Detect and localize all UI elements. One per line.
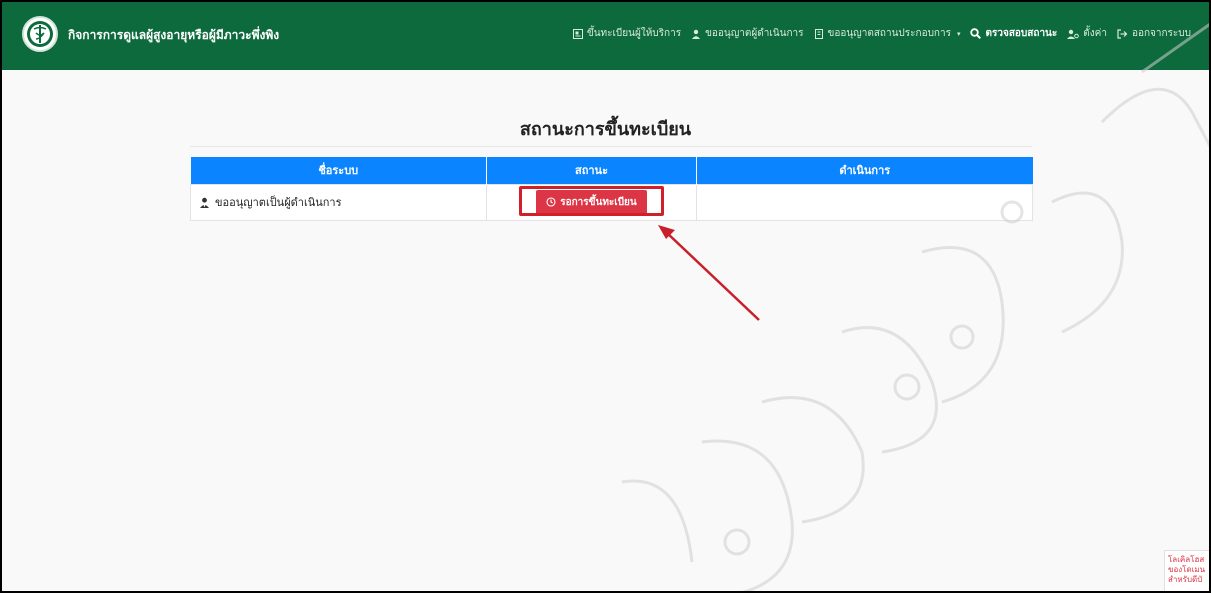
nav-operator-license[interactable]: ขออนุญาตผู้ดำเนินการ	[691, 26, 804, 41]
column-header-status: สถานะ	[486, 157, 697, 184]
app-brand-title[interactable]: กิจการการดูแลผู้สูงอายุหรือผู้มีภาวะพึ่ง…	[68, 26, 279, 45]
nav-logout[interactable]: ออกจากระบบ	[1117, 26, 1191, 41]
nav-operator-license-label: ขออนุญาตผู้ดำเนินการ	[705, 28, 804, 39]
status-cell: รอการขึ้นทะเบียน	[486, 183, 697, 221]
chevron-down-icon: ▾	[956, 29, 961, 38]
pending-registration-button[interactable]: รอการขึ้นทะเบียน	[536, 189, 647, 215]
table-header-row: ชื่อระบบ สถานะ ดำเนินการ	[190, 157, 1033, 184]
user-cog-icon	[1067, 29, 1080, 39]
nav-check-status[interactable]: ตรวจสอบสถานะ	[970, 26, 1057, 41]
nav-register-provider[interactable]: ขึ้นทะเบียนผู้ให้บริการ	[572, 26, 682, 41]
status-badge-label: รอการขึ้นทะเบียน	[560, 196, 637, 208]
annotation-arrow	[658, 225, 760, 321]
nav-settings-label: ตั้งค่า	[1083, 28, 1107, 39]
page-title: สถานะการขึ้นทะเบียน	[519, 119, 692, 140]
caduceus-icon	[27, 21, 53, 47]
top-navbar: กิจการการดูแลผู้สูงอายุหรือผู้มีภาวะพึ่ง…	[2, 2, 1209, 70]
action-cell	[696, 183, 1033, 221]
system-name-text: ขออนุญาตเป็นผู้ดำเนินการ	[215, 196, 342, 209]
nav-check-status-label: ตรวจสอบสถานะ	[985, 28, 1058, 39]
id-card-icon	[572, 28, 583, 39]
clock-icon	[546, 197, 556, 207]
watermark-graphic	[621, 22, 1209, 591]
main-menu: ขึ้นทะเบียนผู้ให้บริการ ขออนุญาตผู้ดำเนิ…	[572, 26, 1191, 41]
column-header-system-name: ชื่อระบบ	[190, 157, 487, 184]
nav-logout-label: ออกจากระบบ	[1131, 28, 1191, 39]
user-tie-icon	[692, 29, 701, 39]
user-tie-icon	[200, 197, 209, 208]
registration-status-table: ชื่อระบบ สถานะ ดำเนินการ ขออนุญาตเป็นผู้…	[190, 157, 1033, 221]
building-icon	[814, 28, 823, 39]
system-name-cell: ขออนุญาตเป็นผู้ดำเนินการ	[190, 183, 487, 221]
search-icon	[970, 28, 982, 39]
title-divider	[190, 146, 1032, 147]
app-window: กิจการการดูแลผู้สูงอายุหรือผู้มีภาวะพึ่ง…	[0, 0, 1211, 593]
sign-out-icon	[1117, 28, 1128, 39]
debug-tooltip-line2: ของโดเมน	[1168, 565, 1206, 574]
debug-tooltip-line3: สำหรับดีบั	[1168, 575, 1203, 584]
nav-register-provider-label: ขึ้นทะเบียนผู้ให้บริการ	[586, 28, 682, 39]
nav-establishment-license-label: ขออนุญาตสถานประกอบการ	[827, 28, 951, 39]
ministry-logo[interactable]	[22, 16, 58, 52]
debug-tooltip-line1: โลเคิลโฮส	[1168, 555, 1205, 564]
column-header-action: ดำเนินการ	[696, 157, 1033, 184]
nav-settings[interactable]: ตั้งค่า	[1067, 26, 1107, 41]
debug-tooltip: โลเคิลโฮส ของโดเมน สำหรับดีบั	[1164, 550, 1209, 591]
nav-establishment-license[interactable]: ขออนุญาตสถานประกอบการ ▾	[814, 26, 961, 41]
table-row: ขออนุญาตเป็นผู้ดำเนินการ รอการขึ้นทะเบีย…	[190, 183, 1033, 221]
